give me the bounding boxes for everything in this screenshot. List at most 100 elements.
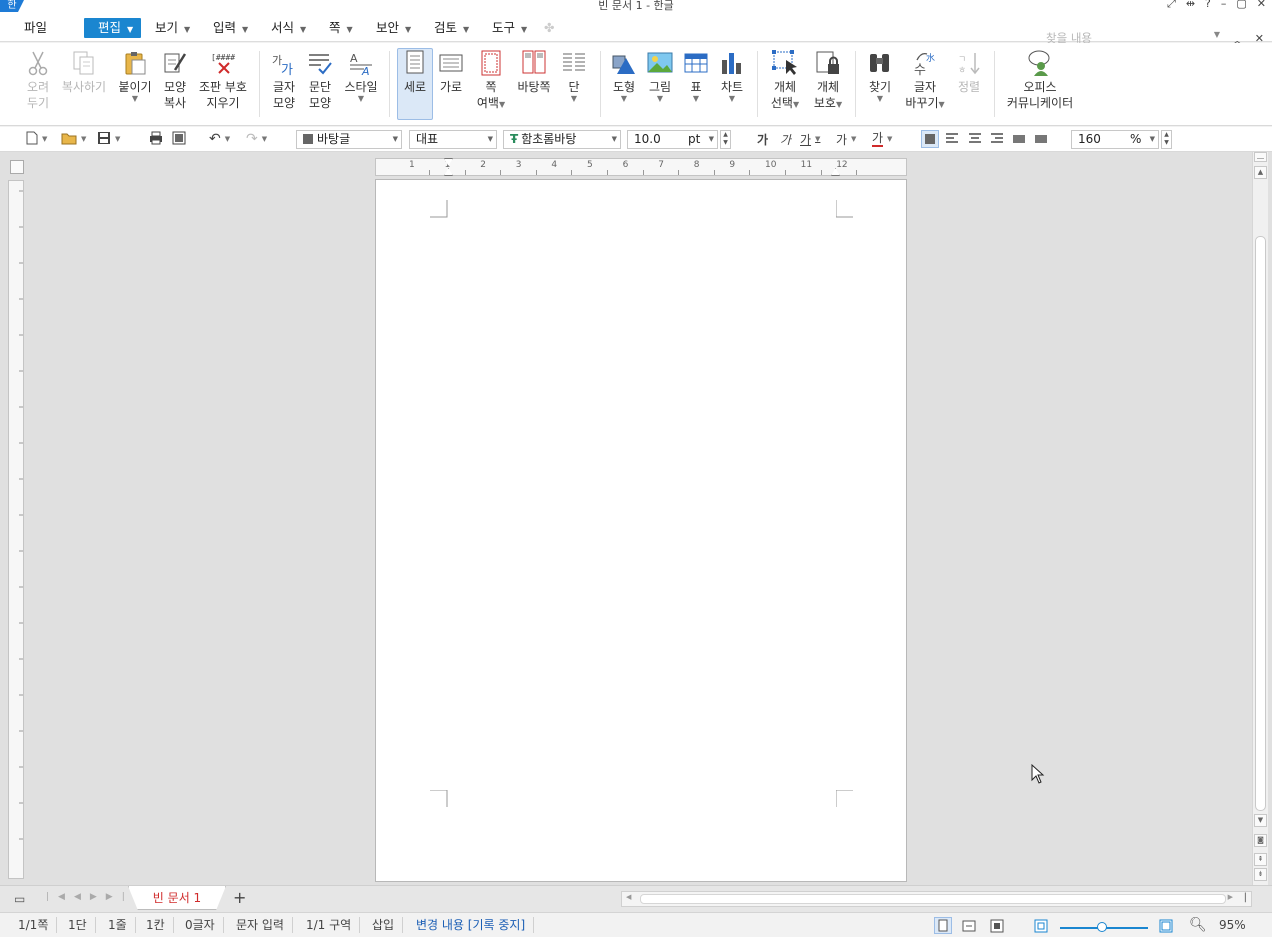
puzzle-icon[interactable]: ✤	[544, 18, 554, 38]
menu-security[interactable]: 보안 ▼	[376, 18, 411, 38]
next-page-icon[interactable]: ⇟	[1254, 868, 1267, 881]
paste-button[interactable]: 붙이기 ▼	[116, 49, 154, 103]
resize-icon[interactable]: ⇹	[1186, 0, 1195, 11]
strikethrough-button[interactable]: 가 ▼	[836, 130, 856, 148]
zoom-percent[interactable]: 95%	[1219, 918, 1246, 932]
help-icon[interactable]: ?	[1205, 0, 1211, 11]
status-page[interactable]: 1/1쪽	[18, 917, 58, 933]
view-full-icon[interactable]	[990, 919, 1004, 936]
open-button[interactable]: ▼	[61, 130, 86, 148]
replace-button[interactable]: 수水 글자 바꾸기▼	[905, 49, 945, 113]
object-protect-button[interactable]: 개체 보호▼	[810, 49, 846, 113]
landscape-button[interactable]: 가로	[436, 49, 466, 95]
fullscreen-icon[interactable]: ⤢	[1167, 0, 1176, 11]
scroll-down-icon[interactable]: ▼	[1254, 814, 1267, 827]
horizontal-scrollbar[interactable]: ◀ ▶ |	[621, 891, 1252, 907]
style-button[interactable]: AA 스타일 ▼	[341, 49, 381, 103]
align-right-icon[interactable]	[990, 130, 1004, 148]
print-button[interactable]	[149, 130, 163, 148]
underline-button[interactable]: 가 ▼	[800, 130, 820, 148]
maximize-icon[interactable]: ▢	[1236, 0, 1246, 11]
zoom-stepper[interactable]: ▲ ▼	[1161, 130, 1172, 149]
clear-marks-button[interactable]: [####] 조판 부호 지우기	[198, 49, 248, 111]
hscroll-thumb[interactable]	[640, 894, 1226, 904]
align-justify-button[interactable]	[921, 130, 939, 148]
menu-file[interactable]: 파일	[24, 18, 47, 38]
para-shape-button[interactable]: 문단 모양	[304, 49, 336, 111]
view-page-icon[interactable]	[934, 917, 952, 934]
italic-button[interactable]: 가	[780, 130, 791, 148]
menu-tools[interactable]: 도구 ▼	[492, 18, 527, 38]
copy-button[interactable]: 복사하기	[60, 49, 108, 95]
menu-edit[interactable]: 편집 ▼	[84, 18, 142, 38]
scroll-right-icon[interactable]: ▶	[1228, 893, 1233, 901]
magnifier-icon[interactable]: 🔍︎	[1189, 917, 1207, 933]
chevron-down-icon: ▼	[1149, 135, 1155, 143]
align-distribute-icon[interactable]	[1012, 130, 1026, 148]
menu-format[interactable]: 서식 ▼	[271, 18, 306, 38]
align-center-icon[interactable]	[968, 130, 982, 148]
add-tab-button[interactable]: +	[233, 888, 246, 907]
picture-button[interactable]: 그림 ▼	[645, 49, 675, 103]
menu-view[interactable]: 보기 ▼	[155, 18, 190, 38]
scroll-left-icon[interactable]: ◀	[626, 893, 631, 901]
zoom-slider-thumb[interactable]	[1097, 922, 1107, 932]
undo-button[interactable]: ↶ ▼	[209, 130, 230, 148]
horizontal-ruler[interactable]: 1 1 2 3 4 5 6 7 8 9 10 11 12	[375, 158, 907, 176]
chart-button[interactable]: 차트 ▼	[717, 49, 747, 103]
ruler-corner-icon[interactable]	[10, 160, 24, 174]
font-size-stepper[interactable]: ▲ ▼	[720, 130, 731, 149]
find-button[interactable]: 찾기 ▼	[864, 49, 896, 103]
track-changes-link[interactable]: 변경 내용 [기록 중지]	[416, 917, 535, 933]
menu-insert[interactable]: 입력 ▼	[213, 18, 248, 38]
align-left-icon[interactable]	[945, 130, 959, 148]
office-communicator-button[interactable]: 오피스 커뮤니케이터	[1004, 49, 1076, 111]
vertical-ruler[interactable]	[8, 180, 24, 879]
style-select[interactable]: 바탕글 ▼	[296, 130, 402, 149]
document-workspace[interactable]: 1 1 2 3 4 5 6 7 8 9 10 11 12 ― ▲ ▼ ◙ ⇞ ⇟	[0, 152, 1272, 885]
char-shape-button[interactable]: 가가 글자 모양	[268, 49, 300, 111]
bold-button[interactable]: 가	[757, 130, 768, 148]
document-page[interactable]	[375, 179, 907, 882]
tab-list-icon[interactable]: ▭	[14, 892, 25, 906]
page-view-icon[interactable]: ◙	[1254, 834, 1267, 847]
save-button[interactable]: ▼	[97, 130, 120, 148]
prev-page-icon[interactable]: ⇞	[1254, 853, 1267, 866]
font-size-input[interactable]: 10.0 pt ▼	[627, 130, 718, 149]
chevron-down-icon: ▼	[938, 100, 945, 109]
preview-button[interactable]	[172, 130, 186, 148]
menu-review[interactable]: 검토 ▼	[434, 18, 469, 38]
zoom-out-icon[interactable]	[1034, 919, 1048, 936]
tab-document[interactable]: 빈 문서 1	[128, 886, 226, 910]
language-select[interactable]: 대표 ▼	[409, 130, 497, 149]
vertical-scrollbar[interactable]: ― ▲ ▼ ◙ ⇞ ⇟	[1252, 152, 1268, 885]
status-insert[interactable]: 삽입	[372, 917, 404, 933]
table-button[interactable]: 표 ▼	[682, 49, 710, 103]
split-icon[interactable]: ―	[1254, 152, 1267, 162]
scroll-thumb[interactable]	[1255, 236, 1266, 811]
object-select-button[interactable]: 개체 선택▼	[767, 49, 803, 113]
new-doc-button[interactable]: ▼	[26, 130, 47, 148]
scroll-up-icon[interactable]: ▲	[1254, 166, 1267, 179]
menu-page[interactable]: 쪽 ▼	[329, 18, 353, 38]
hsplit-icon[interactable]: |	[1244, 892, 1247, 903]
zoom-in-icon[interactable]	[1159, 919, 1173, 936]
minimize-icon[interactable]: –	[1221, 0, 1227, 11]
font-color-button[interactable]: 가 ▼	[872, 130, 892, 148]
shape-button[interactable]: 도형 ▼	[609, 49, 639, 103]
chevron-down-icon[interactable]: ▼	[1214, 30, 1220, 39]
master-page-button[interactable]: 바탕쪽	[515, 49, 553, 95]
redo-button[interactable]: ↷ ▼	[246, 130, 267, 148]
cut-button[interactable]: 오려 두기	[22, 49, 54, 111]
columns-button[interactable]: 단 ▼	[560, 49, 588, 103]
portrait-button[interactable]: 세로	[397, 48, 433, 120]
zoom-select[interactable]: 160% ▼	[1071, 130, 1159, 149]
sort-button[interactable]: ㄱㅎ 정렬	[953, 49, 985, 95]
view-width-icon[interactable]	[962, 919, 976, 936]
font-select[interactable]: Ŧ 함초롬바탕 ▼	[503, 130, 621, 149]
close-icon[interactable]: ✕	[1257, 0, 1266, 11]
tab-nav-icons[interactable]: |◀◀▶▶|	[46, 892, 134, 902]
format-painter-button[interactable]: 모양 복사	[158, 49, 192, 111]
align-split-icon[interactable]	[1034, 130, 1048, 148]
page-margin-button[interactable]: 쪽 여백▼	[474, 49, 508, 113]
